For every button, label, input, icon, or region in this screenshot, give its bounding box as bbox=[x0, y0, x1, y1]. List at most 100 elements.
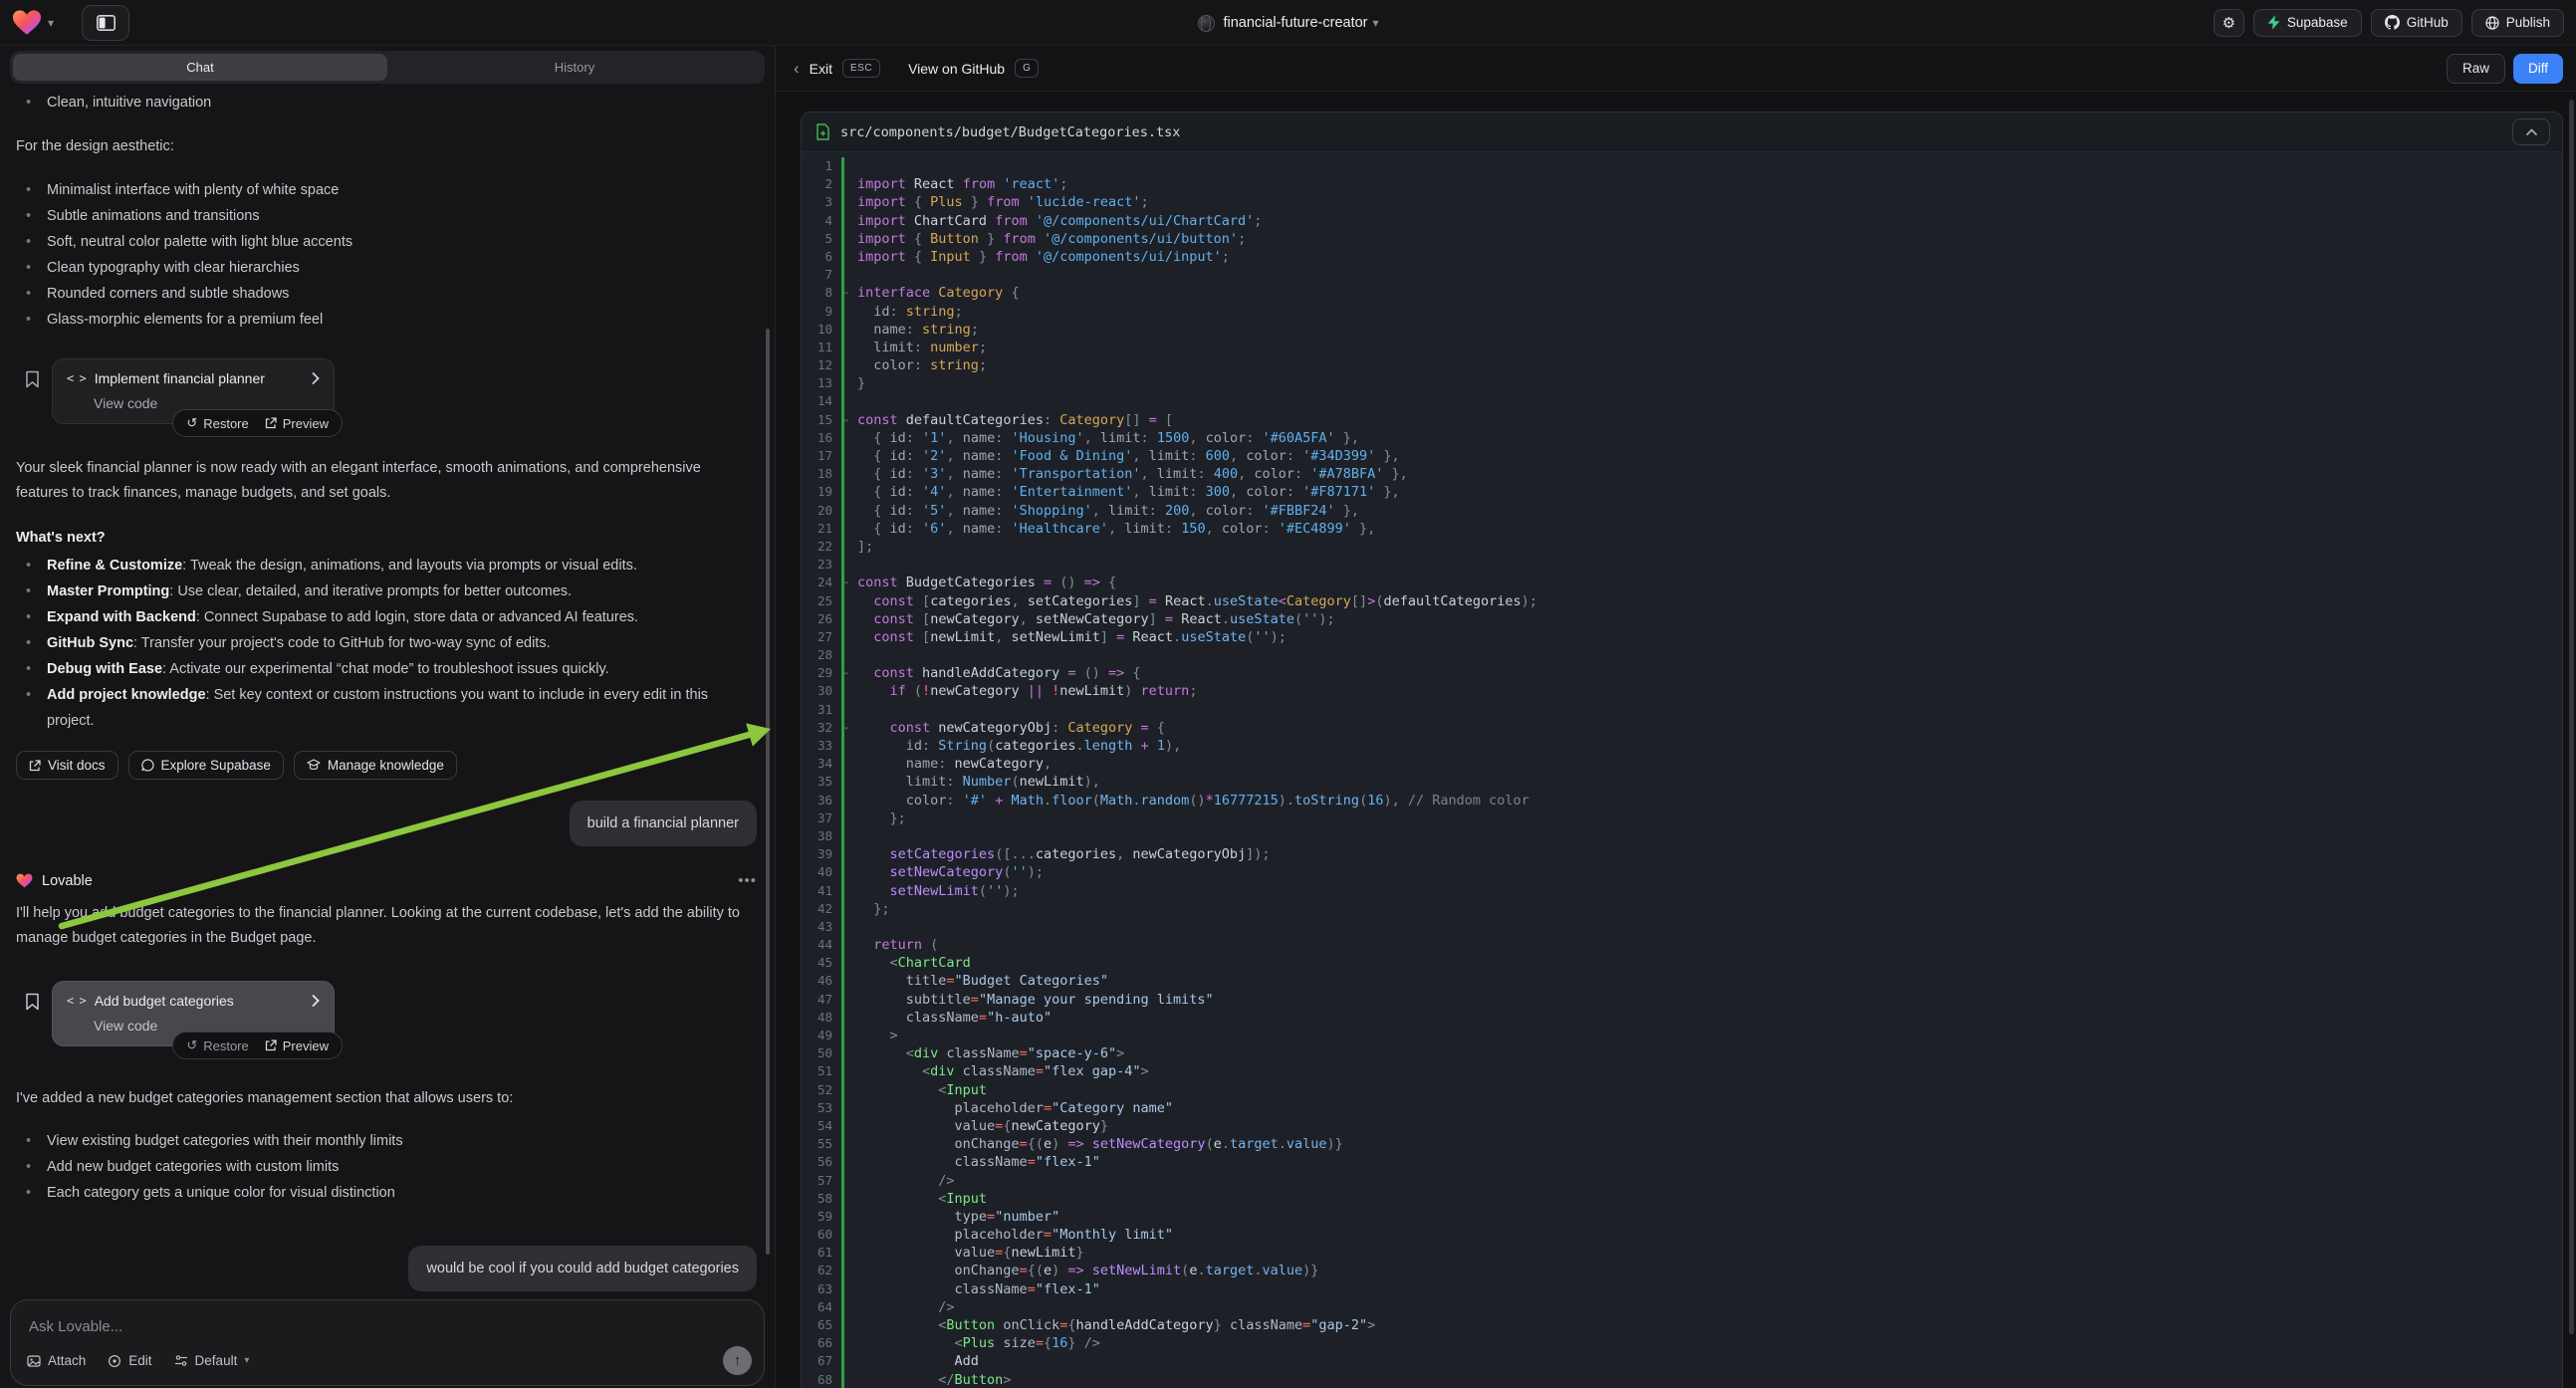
lovable-avatar bbox=[16, 873, 33, 888]
user-message-bubble: would be cool if you could add budget ca… bbox=[408, 1246, 757, 1291]
g-key-badge: G bbox=[1015, 59, 1039, 78]
lovable-logo-icon[interactable] bbox=[12, 9, 42, 36]
code-line: 32› const newCategoryObj: Category = { bbox=[802, 719, 2562, 737]
version-card-row: < > Add budget categories View code ↺ Re… bbox=[25, 981, 757, 1046]
chat-panel: Chat History Clean, intuitive navigation… bbox=[0, 46, 776, 1388]
list-item: Expand with Backend: Connect Supabase to… bbox=[16, 604, 757, 630]
tab-chat[interactable]: Chat bbox=[13, 54, 387, 81]
code-line: 1 bbox=[802, 157, 2562, 175]
code-line: 20 { id: '5', name: 'Shopping', limit: 2… bbox=[802, 502, 2562, 520]
user-message-bubble: build a financial planner bbox=[570, 801, 757, 846]
code-line: 58 <Input bbox=[802, 1190, 2562, 1208]
list-item: Glass-morphic elements for a premium fee… bbox=[16, 307, 757, 333]
version-card-implement-financial-planner[interactable]: < > Implement financial planner View cod… bbox=[52, 358, 335, 424]
attach-button[interactable]: Attach bbox=[27, 1353, 86, 1368]
bookmark-icon[interactable] bbox=[25, 993, 40, 1011]
mode-selector[interactable]: Default ▾ bbox=[174, 1353, 250, 1368]
code-line: 67 Add bbox=[802, 1352, 2562, 1370]
design-heading: For the design aesthetic: bbox=[16, 133, 757, 159]
code-scrollbar[interactable] bbox=[2569, 100, 2574, 1334]
gear-icon: ⚙ bbox=[2223, 14, 2235, 32]
version-card-title: Implement financial planner bbox=[95, 370, 303, 386]
send-button[interactable]: ↑ bbox=[723, 1346, 752, 1375]
version-card-add-budget-categories[interactable]: < > Add budget categories View code ↺ Re… bbox=[52, 981, 335, 1046]
project-switcher[interactable]: financial-future-creator ▾ bbox=[1197, 0, 1378, 46]
toggle-sidebar-button[interactable] bbox=[82, 5, 129, 41]
code-line: 40 setNewCategory(''); bbox=[802, 863, 2562, 881]
top-bullet-list: Clean, intuitive navigation bbox=[16, 90, 757, 116]
settings-button[interactable]: ⚙ bbox=[2214, 9, 2244, 37]
supabase-button[interactable]: Supabase bbox=[2253, 9, 2362, 37]
preview-button[interactable]: Preview bbox=[265, 416, 329, 431]
code-line: 52 <Input bbox=[802, 1081, 2562, 1099]
list-item: GitHub Sync: Transfer your project's cod… bbox=[16, 630, 757, 656]
preview-button[interactable]: Preview bbox=[265, 1039, 329, 1053]
code-line: 30 if (!newCategory || !newLimit) return… bbox=[802, 682, 2562, 700]
whats-next-list: Refine & Customize: Tweak the design, an… bbox=[16, 553, 757, 734]
file-header[interactable]: src/components/budget/BudgetCategories.t… bbox=[802, 113, 2562, 152]
code-line: 37 }; bbox=[802, 810, 2562, 827]
chat-scrollbar[interactable] bbox=[766, 329, 770, 1255]
code-line: 8›interface Category { bbox=[802, 284, 2562, 302]
code-line: 27 const [newLimit, setNewLimit] = React… bbox=[802, 628, 2562, 646]
quick-actions: Visit docs Explore Supabase Manage bbox=[16, 751, 757, 780]
logo-chevron-down-icon[interactable]: ▾ bbox=[48, 16, 54, 30]
chat-composer[interactable]: Ask Lovable... Attach bbox=[10, 1299, 765, 1386]
tab-history[interactable]: History bbox=[387, 54, 762, 81]
code-line: 44 return ( bbox=[802, 936, 2562, 954]
code-line: 18 { id: '3', name: 'Transportation', li… bbox=[802, 465, 2562, 483]
code-line: 46 title="Budget Categories" bbox=[802, 972, 2562, 990]
code-line: 65 <Button onClick={handleAddCategory} c… bbox=[802, 1316, 2562, 1334]
github-button[interactable]: GitHub bbox=[2371, 9, 2462, 37]
lovable-app: ▾ financial-future-creator ▾ ⚙ Supabase bbox=[0, 0, 2576, 1388]
publish-button[interactable]: Publish bbox=[2471, 9, 2564, 37]
code-line: 64 /> bbox=[802, 1298, 2562, 1316]
edit-button[interactable]: Edit bbox=[108, 1353, 151, 1368]
code-line: 3import { Plus } from 'lucide-react'; bbox=[802, 193, 2562, 211]
restore-button[interactable]: ↺ Restore bbox=[186, 1038, 248, 1053]
visit-docs-button[interactable]: Visit docs bbox=[16, 751, 118, 780]
restore-button[interactable]: ↺ Restore bbox=[186, 415, 248, 431]
code-lines[interactable]: 12import React from 'react';3import { Pl… bbox=[802, 152, 2562, 1388]
project-chevron-down-icon: ▾ bbox=[1373, 16, 1379, 30]
code-line: 14 bbox=[802, 392, 2562, 410]
whats-next-heading: What's next? bbox=[16, 530, 757, 546]
project-favicon-icon bbox=[1197, 15, 1214, 32]
code-line: 22]; bbox=[802, 538, 2562, 556]
restore-label: Restore bbox=[203, 1039, 249, 1053]
list-item: Minimalist interface with plenty of whit… bbox=[16, 177, 757, 203]
explore-supabase-button[interactable]: Explore Supabase bbox=[128, 751, 284, 780]
restore-preview-pill: ↺ Restore Preview bbox=[172, 409, 343, 437]
code-line: 66 <Plus size={16} /> bbox=[802, 1334, 2562, 1352]
code-line: 23 bbox=[802, 556, 2562, 574]
code-line: 10 name: string; bbox=[802, 321, 2562, 339]
esc-key-badge: ESC bbox=[842, 59, 880, 78]
target-icon bbox=[108, 1354, 121, 1368]
back-chevron-icon[interactable]: ‹ bbox=[794, 59, 800, 79]
bookmark-icon[interactable] bbox=[25, 370, 40, 388]
external-link-icon bbox=[265, 417, 277, 429]
assistant-reply: I've added a new budget categories manag… bbox=[16, 1086, 757, 1111]
manage-knowledge-button[interactable]: Manage knowledge bbox=[294, 751, 457, 780]
chevron-right-icon bbox=[312, 372, 320, 384]
list-item: Subtle animations and transitions bbox=[16, 203, 757, 229]
chevron-down-icon: ▾ bbox=[244, 1355, 249, 1366]
code-line: 31 bbox=[802, 701, 2562, 719]
raw-toggle-button[interactable]: Raw bbox=[2447, 54, 2505, 84]
diff-toggle-button[interactable]: Diff bbox=[2513, 54, 2563, 84]
list-item: Soft, neutral color palette with light b… bbox=[16, 229, 757, 255]
publish-label: Publish bbox=[2506, 15, 2550, 30]
collapse-file-button[interactable] bbox=[2512, 118, 2550, 145]
chevron-up-icon bbox=[2526, 128, 2537, 135]
code-line: 34 name: newCategory, bbox=[802, 755, 2562, 773]
chat-input[interactable]: Ask Lovable... bbox=[29, 1318, 122, 1335]
chat-history-tabs: Chat History bbox=[10, 51, 765, 84]
exit-button[interactable]: Exit bbox=[810, 61, 832, 77]
message-menu-button[interactable]: ••• bbox=[738, 872, 757, 889]
supabase-label: Supabase bbox=[2287, 15, 2348, 30]
view-on-github-link[interactable]: View on GitHub bbox=[908, 61, 1005, 77]
list-item: Rounded corners and subtle shadows bbox=[16, 281, 757, 307]
list-item: Each category gets a unique color for vi… bbox=[16, 1180, 757, 1206]
code-line: 12 color: string; bbox=[802, 356, 2562, 374]
assistant-summary: Your sleek financial planner is now read… bbox=[16, 456, 757, 506]
